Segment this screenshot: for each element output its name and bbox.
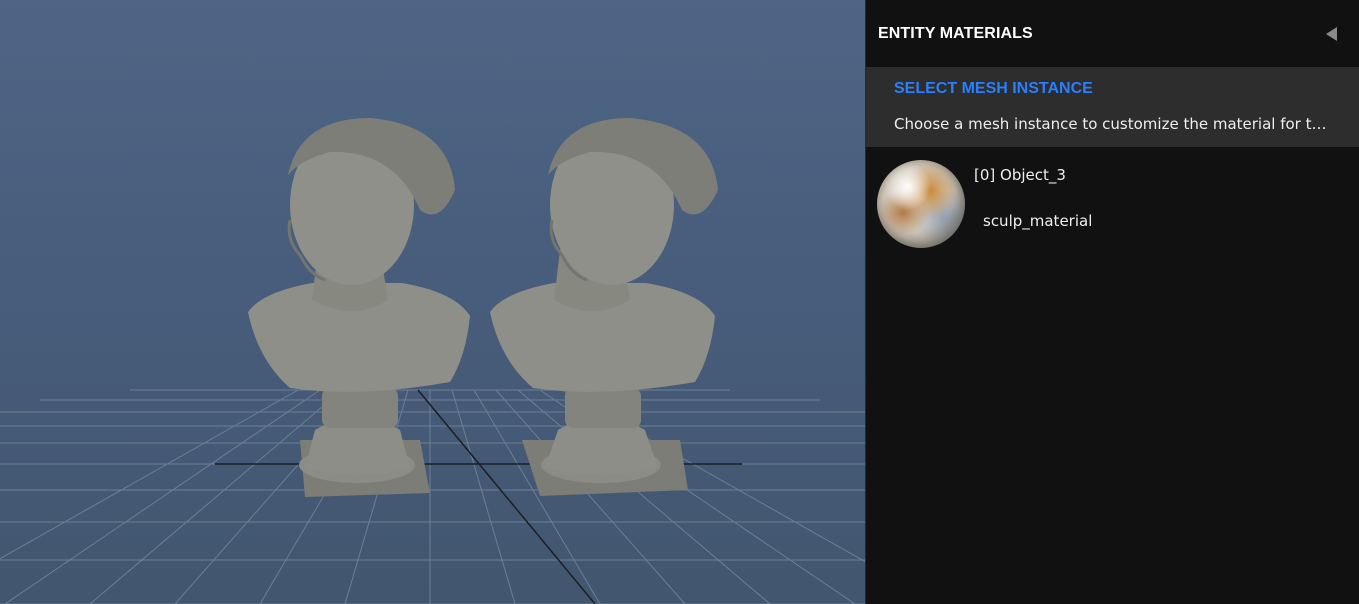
3d-viewport[interactable] [0,0,865,604]
grid-line [4,389,321,604]
grid-line [89,389,343,604]
instruction-text: Choose a mesh instance to customize the … [894,115,1334,133]
instruction-box: SELECT MESH INSTANCE Choose a mesh insta… [866,67,1359,147]
instruction-title: SELECT MESH INSTANCE [894,80,1093,97]
triangle-left-icon[interactable] [1326,26,1337,41]
bust-left[interactable] [248,118,470,497]
panel-header: ENTITY MATERIALS [866,0,1359,67]
grid-line [517,389,771,604]
panel-title: ENTITY MATERIALS [878,24,1033,42]
mesh-instance-item[interactable]: [0] Object_3 sculp_material [866,147,1359,248]
bust-right[interactable] [490,118,718,496]
material-sphere-icon[interactable] [877,160,965,248]
entity-materials-panel: ENTITY MATERIALS SELECT MESH INSTANCE Ch… [865,0,1359,604]
mesh-instance-name: [0] Object_3 [974,166,1066,184]
grid-line [0,389,299,560]
material-name[interactable]: sculp_material [983,212,1092,230]
floor-grid [0,389,865,604]
scene-canvas[interactable] [0,0,865,604]
